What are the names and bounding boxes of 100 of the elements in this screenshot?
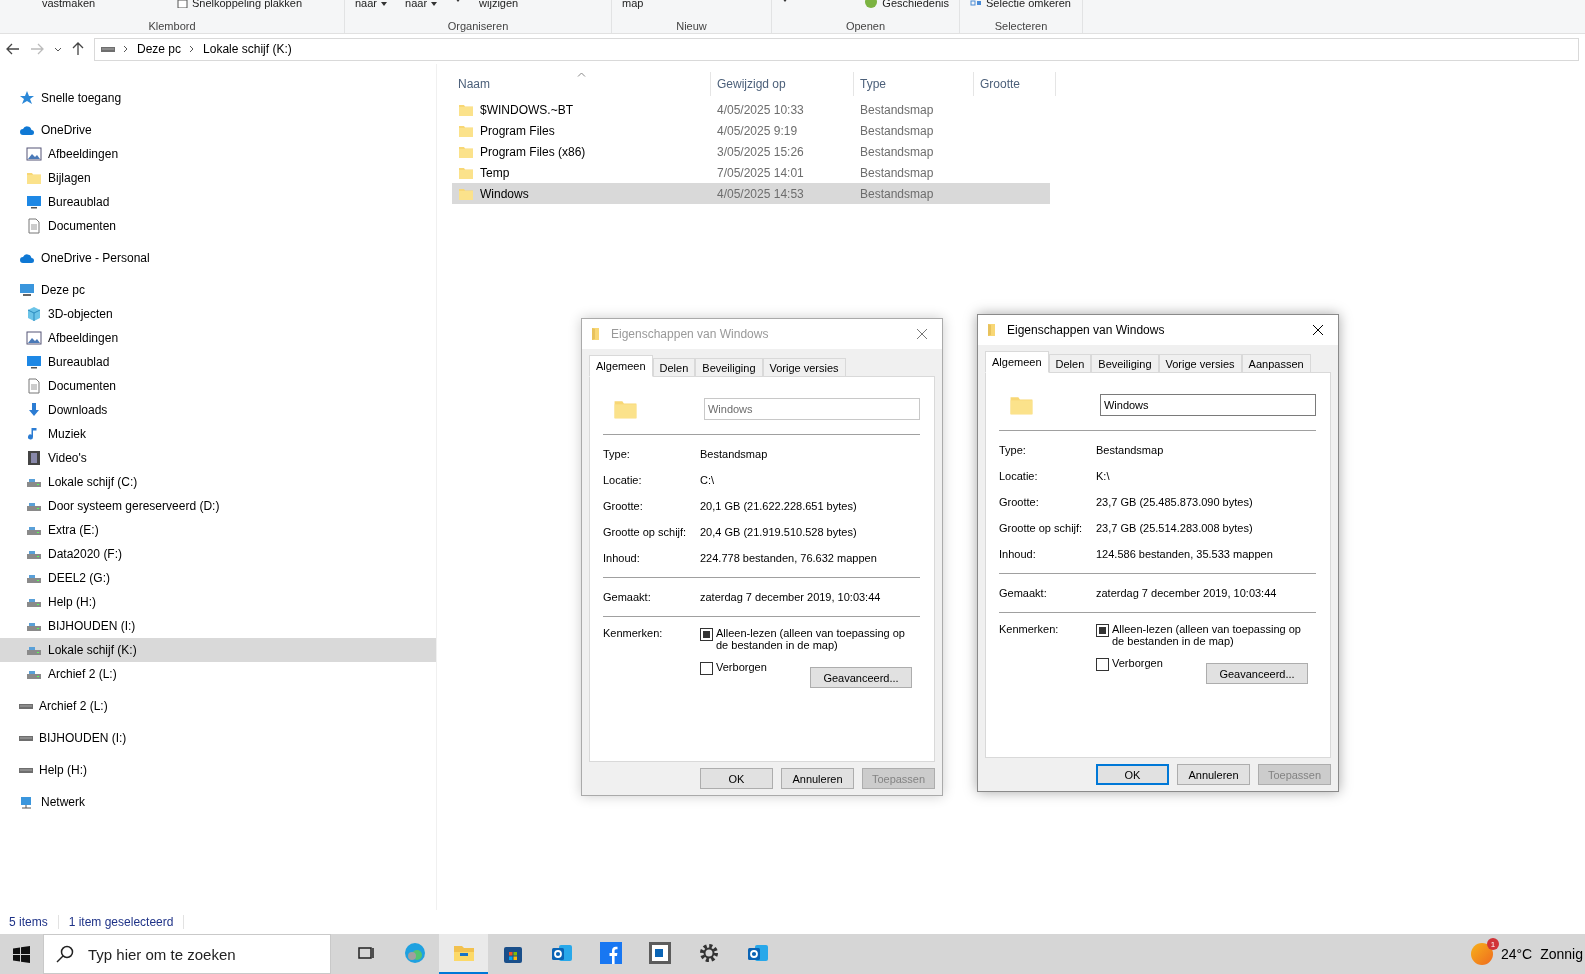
computer-icon — [19, 282, 35, 298]
column-header[interactable]: Type — [854, 72, 974, 96]
caret-icon — [54, 46, 62, 52]
nav-item[interactable]: Lokale schijf (K:) — [0, 638, 436, 662]
checkbox[interactable] — [1096, 624, 1109, 637]
tab[interactable]: Delen — [652, 358, 696, 377]
ribbon-label[interactable]: vastmaken — [41, 0, 96, 9]
advanced-button[interactable]: Geavanceerd... — [810, 667, 912, 688]
nav-item[interactable]: Snelle toegang — [0, 86, 436, 110]
nav-item[interactable]: Deze pc — [0, 278, 436, 302]
nav-item[interactable]: Netwerk — [0, 790, 436, 814]
nav-item[interactable]: Archief 2 (L:) — [0, 662, 436, 686]
search-bar[interactable]: Typ hier om te zoeken — [43, 934, 331, 974]
property-label: Kenmerken: — [999, 623, 1060, 637]
nav-item[interactable]: Downloads — [0, 398, 436, 422]
ribbon-command[interactable]: naar — [405, 0, 438, 9]
checkbox[interactable] — [1096, 658, 1109, 671]
column-header[interactable]: Naam — [452, 72, 711, 96]
file-row[interactable]: Program Files (x86) 3/05/2025 15:26 Bestandsmap — [452, 141, 1050, 162]
nav-item[interactable]: Bijlagen — [0, 166, 436, 190]
property-label: Inhoud: — [999, 548, 1037, 560]
tab[interactable]: Algemeen — [589, 355, 653, 377]
address-field[interactable]: Deze pc Lokale schijf (K:) — [94, 37, 1579, 61]
nav-item[interactable]: OneDrive — [0, 118, 436, 142]
caret-icon — [381, 1, 388, 6]
checkbox[interactable] — [700, 662, 713, 675]
status-text: 5 items — [9, 915, 59, 929]
nav-item[interactable]: BIJHOUDEN (I:) — [0, 614, 436, 638]
file-row[interactable]: Windows 4/05/2025 14:53 Bestandsmap — [452, 183, 1050, 204]
nav-item[interactable]: Video's — [0, 446, 436, 470]
dialog-button[interactable]: OK — [700, 768, 773, 789]
grid-icon — [970, 0, 982, 8]
nav-item[interactable]: BIJHOUDEN (I:) — [0, 726, 436, 750]
drive-icon — [19, 703, 33, 709]
dialog-button[interactable]: Annuleren — [1177, 764, 1250, 785]
tab[interactable]: Vorige versies — [1158, 354, 1242, 373]
windows-logo-icon — [13, 945, 30, 963]
ribbon-command[interactable]: naar — [355, 0, 388, 9]
tab[interactable]: Aanpassen — [1241, 354, 1311, 373]
property-value: zaterdag 7 december 2019, 10:03:44 — [700, 591, 881, 603]
back-button[interactable] — [6, 43, 20, 55]
dialog-button[interactable]: OK — [1096, 764, 1169, 785]
property-label: Grootte: — [999, 496, 1040, 508]
notification-badge: 1 — [1486, 938, 1499, 950]
nav-item[interactable]: Muziek — [0, 422, 436, 446]
tab[interactable]: Beveiliging — [1091, 354, 1159, 373]
file-name: $WINDOWS.~BT — [480, 102, 573, 117]
nav-item[interactable]: DEEL2 (G:) — [0, 566, 436, 590]
down-arrow-icon — [26, 402, 42, 418]
monitor-icon — [26, 194, 42, 210]
nav-item[interactable]: Documenten — [0, 374, 436, 398]
folder-icon — [26, 170, 42, 186]
nav-item[interactable]: Afbeeldingen — [0, 142, 436, 166]
search-field[interactable]: Typ hier om te zoeken — [86, 944, 316, 964]
nav-item[interactable]: 3D-objecten — [0, 302, 436, 326]
file-row[interactable]: Temp 7/05/2025 14:01 Bestandsmap — [452, 162, 1050, 183]
nav-item[interactable]: Afbeeldingen — [0, 326, 436, 350]
column-header[interactable]: Gewijzigd op — [711, 72, 854, 96]
up-button[interactable] — [72, 42, 84, 56]
property-value: zaterdag 7 december 2019, 10:03:44 — [1096, 587, 1277, 599]
property-label: Gemaakt: — [999, 587, 1048, 599]
nav-item[interactable]: Bureaublad — [0, 190, 436, 214]
ribbon-command[interactable]: Geschiedenis — [864, 0, 949, 9]
nav-item[interactable]: Archief 2 (L:) — [0, 694, 436, 718]
ribbon-label[interactable]: map — [622, 0, 644, 9]
nav-item[interactable]: Extra (E:) — [0, 518, 436, 542]
nav-item[interactable]: Bureaublad — [0, 350, 436, 374]
checkbox[interactable] — [700, 628, 713, 641]
dialog-button[interactable]: Annuleren — [781, 768, 854, 789]
nav-item[interactable]: Data2020 (F:) — [0, 542, 436, 566]
nav-item[interactable]: Help (H:) — [0, 758, 436, 782]
nav-item[interactable]: Door systeem gereserveerd (D:) — [0, 494, 436, 518]
breadcrumb[interactable]: Lokale schijf (K:) — [203, 42, 292, 56]
ribbon-command[interactable]: Selectie omkeren — [970, 0, 1071, 9]
recent-button[interactable] — [54, 46, 62, 52]
breadcrumb[interactable]: Deze pc — [137, 42, 182, 56]
nav-item[interactable]: Documenten — [0, 214, 436, 238]
nav-item[interactable]: Help (H:) — [0, 590, 436, 614]
cloud-icon — [19, 124, 35, 136]
file-row[interactable]: Program Files 4/05/2025 9:19 Bestandsmap — [452, 120, 1050, 141]
ribbon-label[interactable]: wijzigen — [479, 0, 519, 9]
file-row[interactable]: $WINDOWS.~BT 4/05/2025 10:33 Bestandsmap — [452, 99, 1050, 120]
name-field[interactable]: Windows — [1099, 394, 1316, 416]
ribbon-command[interactable]: Snelkoppeling plakken — [176, 0, 303, 9]
property-label: Inhoud: — [603, 552, 641, 564]
taskbar-app[interactable] — [439, 934, 488, 974]
tab[interactable]: Beveiliging — [695, 358, 763, 377]
property-label: Grootte: — [603, 500, 644, 512]
settings-icon — [697, 942, 720, 964]
advanced-button[interactable]: Geavanceerd... — [1206, 663, 1308, 684]
tab[interactable]: Vorige versies — [762, 358, 846, 377]
name-field[interactable]: Windows — [703, 398, 920, 420]
nav-item[interactable]: Lokale schijf (C:) — [0, 470, 436, 494]
column-header[interactable]: Grootte — [974, 72, 1056, 96]
property-label: Grootte op schijf: — [603, 526, 688, 538]
tab[interactable]: Delen — [1048, 354, 1092, 373]
file-type: Bestandsmap — [860, 102, 934, 117]
facebook-icon — [598, 941, 623, 965]
tab[interactable]: Algemeen — [985, 351, 1049, 373]
nav-item[interactable]: OneDrive - Personal — [0, 246, 436, 270]
